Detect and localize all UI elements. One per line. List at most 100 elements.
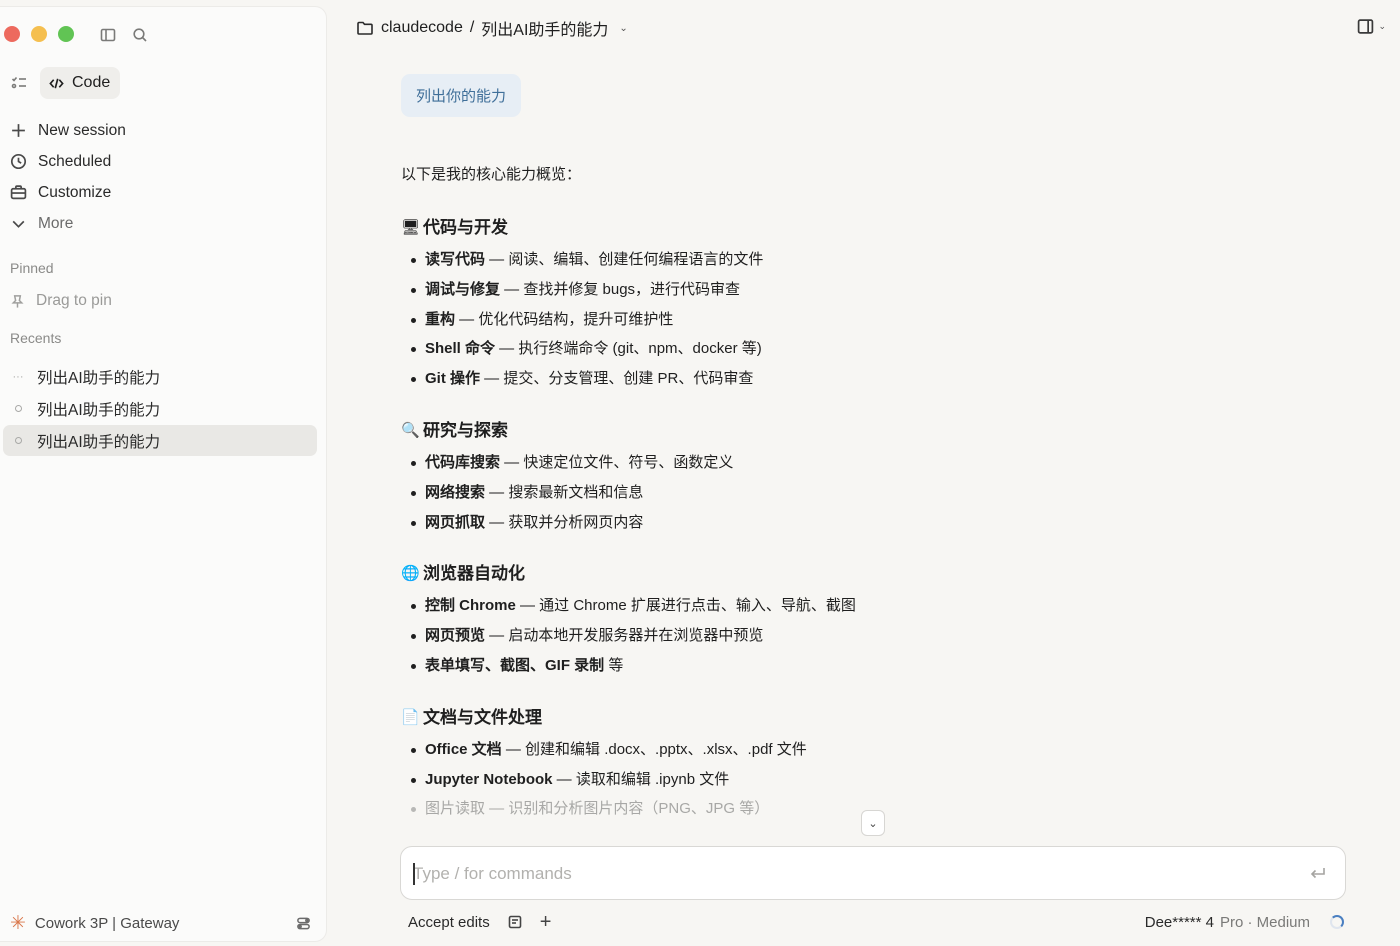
list-item: Office 文档 — 创建和编辑 .docx、.pptx、.xlsx、.pdf… xyxy=(401,735,961,765)
chevron-down-icon: ⌄ xyxy=(868,817,878,830)
list-item: 重构 — 优化代码结构，提升可维护性 xyxy=(401,305,961,335)
context-usage-spinner-icon xyxy=(1330,915,1344,929)
composer xyxy=(400,846,1346,900)
list-item: Git 操作 — 提交、分支管理、创建 PR、代码审查 xyxy=(401,364,961,394)
chevron-down-icon xyxy=(12,220,25,228)
maximize-window-button[interactable] xyxy=(58,26,74,42)
sidebar-footer: ✳ Cowork 3P | Gateway xyxy=(10,914,312,933)
task-list-icon[interactable] xyxy=(10,74,28,92)
pin-placeholder: Drag to pin xyxy=(36,292,112,309)
sidebar-top-icons xyxy=(99,26,149,44)
breadcrumb-folder: claudecode xyxy=(381,19,463,36)
search-icon[interactable] xyxy=(131,26,149,44)
chevron-down-icon: ⌄ xyxy=(619,22,628,34)
sidebar: Code New session Scheduled Customize Mor… xyxy=(0,6,327,942)
list-item: 代码库搜索 — 快速定位文件、符号、函数定义 xyxy=(401,448,961,478)
magnifier-icon: 🔍 xyxy=(401,421,420,439)
mode-row: Code xyxy=(10,67,121,99)
model-name: Dee***** 4 xyxy=(1144,913,1214,931)
list-item: 网页抓取 — 获取并分析网页内容 xyxy=(401,508,961,538)
recent-session-label: 列出AI助手的能力 xyxy=(37,401,161,419)
section-heading: 🌐 浏览器自动化 xyxy=(401,561,961,587)
new-session-label: New session xyxy=(38,121,126,139)
list-item: 网络搜索 — 搜索最新文档和信息 xyxy=(401,478,961,508)
folder-icon xyxy=(357,21,373,35)
plan-mode-icon[interactable] xyxy=(506,913,524,931)
customize-button[interactable]: Customize xyxy=(10,177,315,208)
response-intro: 以下是我的核心能力概览： xyxy=(401,166,582,183)
section-title: 研究与探索 xyxy=(423,420,508,440)
briefcase-icon xyxy=(10,185,27,200)
model-selector[interactable]: Dee***** 4 Pro · Medium xyxy=(1145,914,1344,931)
computer-icon: 🖥 xyxy=(401,219,421,236)
accept-edits-button[interactable]: Accept edits xyxy=(408,914,490,931)
recents-list: ··· 列出AI助手的能力 列出AI助手的能力 列出AI助手的能力 xyxy=(3,361,317,457)
workspace-label: Cowork 3P | Gateway xyxy=(34,915,180,932)
code-mode-button[interactable]: Code xyxy=(40,67,121,99)
running-indicator-icon: ··· xyxy=(12,370,24,383)
recent-session-label: 列出AI助手的能力 xyxy=(37,369,161,387)
scheduled-button[interactable]: Scheduled xyxy=(10,146,315,177)
pin-drop-zone[interactable]: Drag to pin xyxy=(10,292,112,310)
minimize-window-button[interactable] xyxy=(31,26,47,42)
section-title: 文档与文件处理 xyxy=(423,707,542,727)
settings-toggle-icon[interactable] xyxy=(294,915,312,933)
more-label: More xyxy=(38,214,74,232)
recent-session-item-active[interactable]: 列出AI助手的能力 xyxy=(3,425,317,456)
recent-session-label: 列出AI助手的能力 xyxy=(37,433,161,451)
more-button[interactable]: More xyxy=(10,208,315,239)
breadcrumb-separator: / xyxy=(469,19,475,36)
capability-list: 控制 Chrome — 通过 Chrome 扩展进行点击、输入、导航、截图 网页… xyxy=(401,591,961,680)
list-item: 控制 Chrome — 通过 Chrome 扩展进行点击、输入、导航、截图 xyxy=(401,591,961,621)
model-meta: Pro · Medium xyxy=(1219,913,1310,931)
claude-logo-icon: ✳ xyxy=(10,913,26,934)
section-heading: 🔍 研究与探索 xyxy=(401,418,961,444)
list-item: Jupyter Notebook — 读取和编辑 .ipynb 文件 xyxy=(401,765,961,795)
window-controls xyxy=(4,26,74,42)
recent-session-item[interactable]: ··· 列出AI助手的能力 xyxy=(3,361,317,392)
capability-list: 读写代码 — 阅读、编辑、创建任何编程语言的文件 调试与修复 — 查找并修复 b… xyxy=(401,245,961,394)
sidebar-toggle-icon[interactable] xyxy=(99,26,117,44)
recents-heading: Recents xyxy=(10,330,62,346)
list-item: 读写代码 — 阅读、编辑、创建任何编程语言的文件 xyxy=(401,245,961,275)
composer-toolbar: Accept edits + Dee***** 4 Pro · Medium xyxy=(408,912,1344,932)
capability-list: 代码库搜索 — 快速定位文件、符号、函数定义 网络搜索 — 搜索最新文档和信息 … xyxy=(401,448,961,537)
chevron-down-icon: ⌄ xyxy=(1378,21,1386,31)
list-item: 网页预览 — 启动本地开发服务器并在浏览器中预览 xyxy=(401,621,961,651)
submit-enter-icon[interactable] xyxy=(1309,864,1327,887)
text-cursor xyxy=(413,863,415,885)
code-icon xyxy=(49,78,64,88)
clock-icon xyxy=(10,153,27,170)
idle-indicator-icon xyxy=(14,405,22,412)
section-heading: 🖥 代码与开发 xyxy=(401,215,961,241)
new-session-button[interactable]: New session xyxy=(10,115,315,146)
list-item: 表单填写、截图、GIF 录制 等 xyxy=(401,651,961,681)
breadcrumb-title: 列出AI助手的能力 xyxy=(481,22,609,39)
account-switcher[interactable]: ✳ Cowork 3P | Gateway xyxy=(10,914,179,933)
globe-icon: 🌐 xyxy=(401,565,420,583)
scroll-to-bottom-button[interactable]: ⌄ xyxy=(861,810,885,836)
add-attachment-button[interactable]: + xyxy=(540,912,552,932)
assistant-response: 以下是我的核心能力概览： 🖥 代码与开发 读写代码 — 阅读、编辑、创建任何编程… xyxy=(401,163,961,848)
code-mode-label: Code xyxy=(72,74,111,91)
pin-icon xyxy=(11,294,24,308)
sidebar-nav: New session Scheduled Customize More xyxy=(10,115,315,239)
plus-icon xyxy=(12,124,25,137)
pinned-heading: Pinned xyxy=(10,260,54,276)
customize-label: Customize xyxy=(38,183,112,201)
section-heading: 📄 文档与文件处理 xyxy=(401,705,961,731)
document-icon: 📄 xyxy=(401,708,420,726)
user-message: 列出你的能力 xyxy=(401,74,522,117)
prompt-input[interactable] xyxy=(413,860,1293,888)
close-window-button[interactable] xyxy=(4,26,20,42)
list-item: Shell 命令 — 执行终端命令 (git、npm、docker 等) xyxy=(401,334,961,364)
idle-indicator-icon xyxy=(14,437,22,444)
section-title: 浏览器自动化 xyxy=(423,564,525,584)
list-item: 调试与修复 — 查找并修复 bugs，进行代码审查 xyxy=(401,275,961,305)
right-panel-toggle[interactable]: ⌄ xyxy=(1357,18,1386,35)
recent-session-item[interactable]: 列出AI助手的能力 xyxy=(3,393,317,424)
scheduled-label: Scheduled xyxy=(38,152,112,170)
breadcrumb[interactable]: claudecode / 列出AI助手的能力 ⌄ xyxy=(356,16,628,40)
panel-icon xyxy=(1358,19,1374,34)
section-title: 代码与开发 xyxy=(423,218,508,237)
